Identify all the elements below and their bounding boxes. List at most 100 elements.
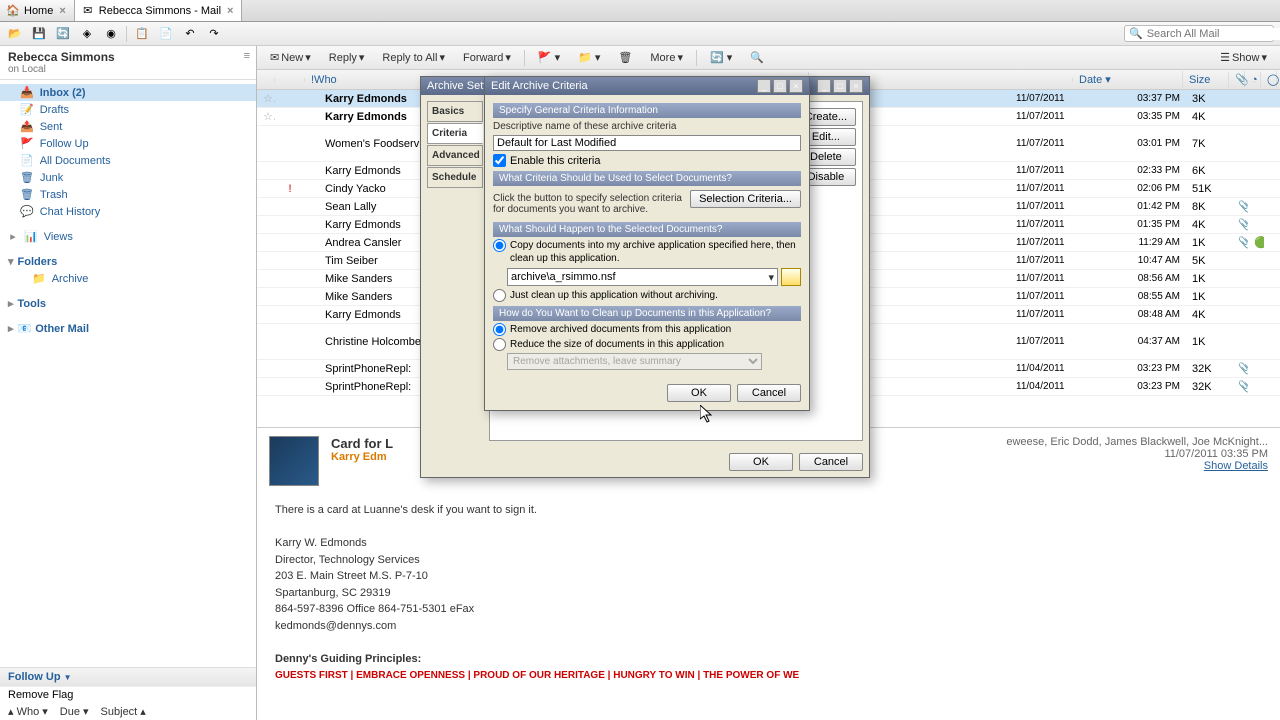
folder-icon[interactable]: 📁 ▾ [571,48,607,67]
search-icon: 🔍 [1129,27,1143,40]
menu-icon[interactable]: ≡ [244,50,250,62]
show-button[interactable]: ☰ Show ▾ [1213,48,1274,67]
sidebar-item[interactable]: 📤Sent [0,118,256,135]
tab-label: Home [24,5,53,17]
followup-panel: Follow Up ▼ Remove Flag ▴ Who ▾ Due ▾ Su… [0,667,256,720]
sidebar-item[interactable]: 📄All Documents [0,152,256,169]
action-icon[interactable]: ◉ [102,25,120,43]
reduce-radio[interactable] [493,338,506,351]
preview-meta: eweese, Eric Dodd, James Blackwell, Joe … [1006,436,1268,472]
new-button[interactable]: ✉New ▾ [263,48,318,67]
reply-all-button[interactable]: Reply to All ▾ [375,48,452,67]
search-icon[interactable]: 🔍 [743,48,771,67]
sidebar-item[interactable]: 🗑Trash [0,186,256,203]
dialog-titlebar[interactable]: Edit Archive Criteria _ □ × [485,77,809,95]
maximize-icon[interactable]: □ [833,79,847,93]
maximize-icon[interactable]: □ [773,79,787,93]
settings-tabs: Basics Criteria Advanced Schedule [427,101,483,441]
signature-line: Director, Technology Services [275,552,1262,569]
principles-text: GUESTS FIRST | EMBRACE OPENNESS | PROUD … [275,670,799,681]
ok-button[interactable]: OK [729,453,793,471]
reduce-label: Reduce the size of documents in this app… [510,338,724,351]
cleanup-label: Just clean up this application without a… [510,289,718,302]
followup-header[interactable]: Follow Up ▼ [0,668,256,686]
preview-body: There is a card at Luanne's desk if you … [257,494,1280,692]
preview-subject: Card for L [331,436,393,451]
sidebar-item[interactable]: 📥Inbox (2) [0,84,256,101]
preview-to: eweese, Eric Dodd, James Blackwell, Joe … [1006,436,1268,448]
message-toolbar: ✉New ▾ Reply ▾ Reply to All ▾ Forward ▾ … [257,46,1280,70]
redo-icon[interactable]: ↷ [205,25,223,43]
tab-criteria[interactable]: Criteria [427,123,483,144]
paste-icon[interactable]: 📄 [157,25,175,43]
sidebar: Rebecca Simmons on Local ≡ 📥Inbox (2)📝Dr… [0,46,257,720]
signature-line: Karry W. Edmonds [275,535,1262,552]
close-icon[interactable]: × [225,5,235,17]
delete-icon[interactable]: 🗑 [611,48,639,67]
archive-path-combo[interactable]: archive\a_rsimmo.nsf ▾ [507,268,778,286]
enable-checkbox[interactable] [493,154,506,167]
archive-folder[interactable]: 📁Archive [0,270,256,287]
copy-icon[interactable]: 📋 [133,25,151,43]
circle-icon: ◯ [1261,71,1277,88]
folder-tree: 📥Inbox (2)📝Drafts📤Sent🚩Follow Up📄All Doc… [0,80,256,667]
cleanup-radio[interactable] [493,289,506,302]
selection-hint: Click the button to specify selection cr… [493,193,684,215]
open-icon[interactable]: 📂 [6,25,24,43]
tab-basics[interactable]: Basics [427,101,483,122]
forward-button[interactable]: Forward ▾ [456,48,518,67]
signature-line: kedmonds@dennys.com [275,618,1262,635]
sidebar-item[interactable]: 🚩Follow Up [0,135,256,152]
app-tabs: 🏠 Home × ✉ Rebecca Simmons - Mail × [0,0,1280,22]
show-details-link[interactable]: Show Details [1006,460,1268,472]
minimize-icon[interactable]: _ [757,79,771,93]
criteria-name-input[interactable] [493,135,801,151]
section-action: What Should Happen to the Selected Docum… [493,222,801,237]
print-icon[interactable]: ◈ [78,25,96,43]
othermail-group[interactable]: ▸📧Other Mail [0,320,256,337]
ok-button[interactable]: OK [667,384,731,402]
close-icon[interactable]: × [849,79,863,93]
mailbox-name: Rebecca Simmons [8,50,248,64]
preview-date: 11/07/2011 03:35 PM [1006,448,1268,460]
enable-label: Enable this criteria [510,155,601,167]
more-button[interactable]: More ▾ [643,48,690,67]
cancel-button[interactable]: Cancel [799,453,863,471]
sidebar-views[interactable]: ▸📊Views [0,228,256,245]
close-icon[interactable]: × [57,5,67,17]
tools-group[interactable]: ▸Tools [0,295,256,312]
remove-flag[interactable]: Remove Flag [0,686,256,703]
cancel-button[interactable]: Cancel [737,384,801,402]
date-header[interactable]: Date ▾ [1073,71,1183,88]
dialog-title: Archive Sett [427,80,486,92]
refresh-icon[interactable]: 🔄 [54,25,72,43]
reduce-select[interactable]: Remove attachments, leave summary [507,353,762,370]
tab-mail[interactable]: ✉ Rebecca Simmons - Mail × [75,0,243,21]
clip-icon: 📎 [1229,71,1245,88]
remove-radio[interactable] [493,323,506,336]
mailbox-location: on Local [8,64,248,75]
copy-radio[interactable] [493,239,506,252]
close-icon[interactable]: × [789,79,803,93]
search-input[interactable] [1147,28,1280,40]
remove-label: Remove archived documents from this appl… [510,323,731,336]
minimize-icon[interactable]: _ [817,79,831,93]
undo-icon[interactable]: ↶ [181,25,199,43]
refresh-icon[interactable]: 🔄 ▾ [703,48,739,67]
flag-icon[interactable]: 🚩 ▾ [531,48,567,67]
save-icon[interactable]: 💾 [30,25,48,43]
tab-schedule[interactable]: Schedule [427,167,483,188]
tab-advanced[interactable]: Advanced [427,145,483,166]
browse-button[interactable] [781,268,801,286]
sidebar-item[interactable]: 💬Chat History [0,203,256,220]
selection-criteria-button[interactable]: Selection Criteria... [690,190,801,208]
tab-home[interactable]: 🏠 Home × [0,0,75,21]
sidebar-item[interactable]: 🗑Junk [0,169,256,186]
folders-group[interactable]: ▾Folders [0,253,256,270]
reply-button[interactable]: Reply ▾ [322,48,372,67]
followup-columns: ▴ Who ▾ Due ▾ Subject ▴ [0,703,256,720]
search-container: 🔍 [1124,25,1274,42]
sidebar-item[interactable]: 📝Drafts [0,101,256,118]
size-header[interactable]: Size [1183,72,1229,88]
mail-icon: ✉ [81,4,95,18]
